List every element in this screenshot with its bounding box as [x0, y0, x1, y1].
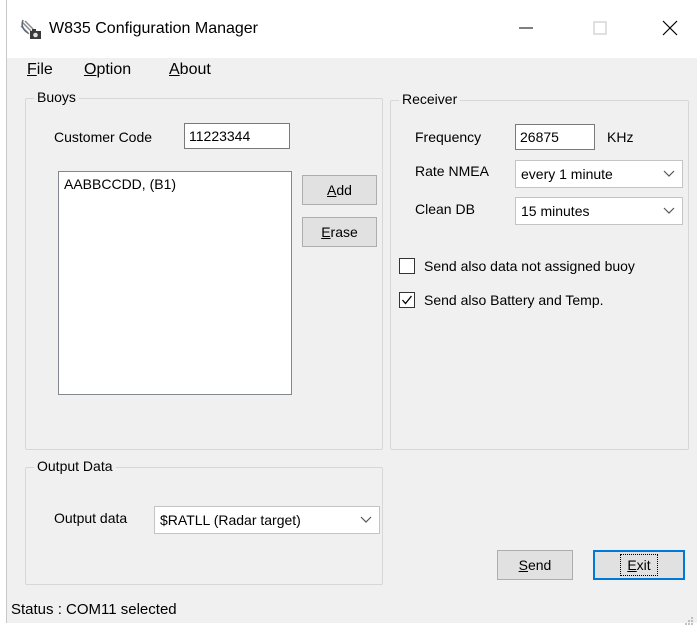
erase-button[interactable]: Erase: [302, 217, 377, 247]
status-bar: Status : COM11 selected: [7, 597, 697, 625]
close-icon: [662, 20, 678, 40]
erase-hotkey: E: [321, 224, 331, 240]
add-button[interactable]: Add: [302, 175, 377, 205]
output-data-value: $RATLL (Radar target): [160, 512, 301, 528]
send-button[interactable]: Send: [497, 550, 573, 580]
exit-hotkey: E: [627, 557, 637, 573]
clean-db-value: 15 minutes: [521, 203, 590, 219]
add-label: dd: [336, 182, 352, 198]
rate-nmea-value: every 1 minute: [521, 166, 613, 182]
menu-file-label: ile: [36, 61, 53, 78]
customer-code-label: Customer Code: [54, 129, 153, 145]
menu-option[interactable]: Option: [84, 61, 131, 79]
resize-grip-icon[interactable]: [684, 609, 694, 625]
clean-db-label: Clean DB: [415, 201, 475, 217]
satellite-antenna-icon: [19, 19, 43, 41]
menu-file[interactable]: File: [27, 61, 53, 79]
rate-nmea-select[interactable]: every 1 minute: [515, 160, 683, 188]
close-button[interactable]: [647, 10, 693, 50]
send-label: end: [527, 557, 552, 573]
send-battery-checkbox[interactable]: Send also Battery and Temp.: [399, 292, 604, 308]
send-battery-label: Send also Battery and Temp.: [424, 292, 604, 308]
frequency-unit: KHz: [607, 129, 634, 145]
exit-focus-rect: Exit: [620, 554, 658, 576]
menu-about[interactable]: About: [169, 61, 211, 79]
chevron-down-icon: [662, 166, 676, 180]
menu-option-hotkey: O: [84, 61, 97, 78]
menu-about-hotkey: A: [169, 61, 180, 78]
chevron-down-icon: [662, 203, 676, 217]
buoy-list[interactable]: AABBCCDD, (B1): [58, 171, 292, 395]
list-item[interactable]: AABBCCDD, (B1): [64, 176, 286, 192]
output-data-select[interactable]: $RATLL (Radar target): [154, 506, 380, 534]
buoys-group: Buoys Customer Code 11223344 AABBCCDD, (…: [25, 89, 383, 450]
exit-label: xit: [636, 557, 651, 573]
minimize-icon: [519, 21, 533, 39]
output-group-title: Output Data: [34, 458, 116, 474]
erase-label: rase: [330, 224, 358, 240]
send-unassigned-checkbox[interactable]: Send also data not assigned buoy: [399, 258, 635, 274]
send-unassigned-label: Send also data not assigned buoy: [424, 258, 635, 274]
frequency-label: Frequency: [415, 129, 482, 145]
menu-about-label: bout: [179, 61, 211, 78]
output-group: Output Data Output data $RATLL (Radar ta…: [25, 458, 383, 585]
rate-nmea-label: Rate NMEA: [415, 163, 489, 179]
output-data-label: Output data: [54, 510, 128, 526]
chevron-down-icon: [359, 512, 373, 526]
customer-code-input[interactable]: 11223344: [184, 123, 290, 149]
window-title: W835 Configuration Manager: [49, 20, 259, 37]
app-window: W835 Configuration Manager File Option A…: [6, 0, 697, 625]
receiver-group-title: Receiver: [399, 91, 461, 107]
clean-db-select[interactable]: 15 minutes: [515, 197, 683, 225]
menu-bar: File Option About: [7, 58, 697, 84]
exit-button[interactable]: Exit: [593, 550, 685, 580]
send-hotkey: S: [518, 557, 528, 573]
checkbox-unchecked-icon: [399, 258, 415, 274]
menu-file-hotkey: F: [27, 61, 37, 78]
receiver-group: Receiver Frequency 26875 KHz Rate NMEA e…: [390, 91, 689, 450]
menu-option-label: ption: [96, 61, 132, 78]
buoys-group-title: Buoys: [34, 89, 79, 105]
maximize-button[interactable]: [577, 10, 623, 50]
status-text: Status : COM11 selected: [11, 601, 177, 618]
title-bar: W835 Configuration Manager: [7, 0, 697, 58]
minimize-button[interactable]: [503, 10, 549, 50]
frequency-input[interactable]: 26875: [515, 124, 595, 150]
add-hotkey: A: [327, 182, 337, 198]
checkmark-icon: [399, 292, 415, 308]
maximize-icon: [593, 21, 607, 39]
